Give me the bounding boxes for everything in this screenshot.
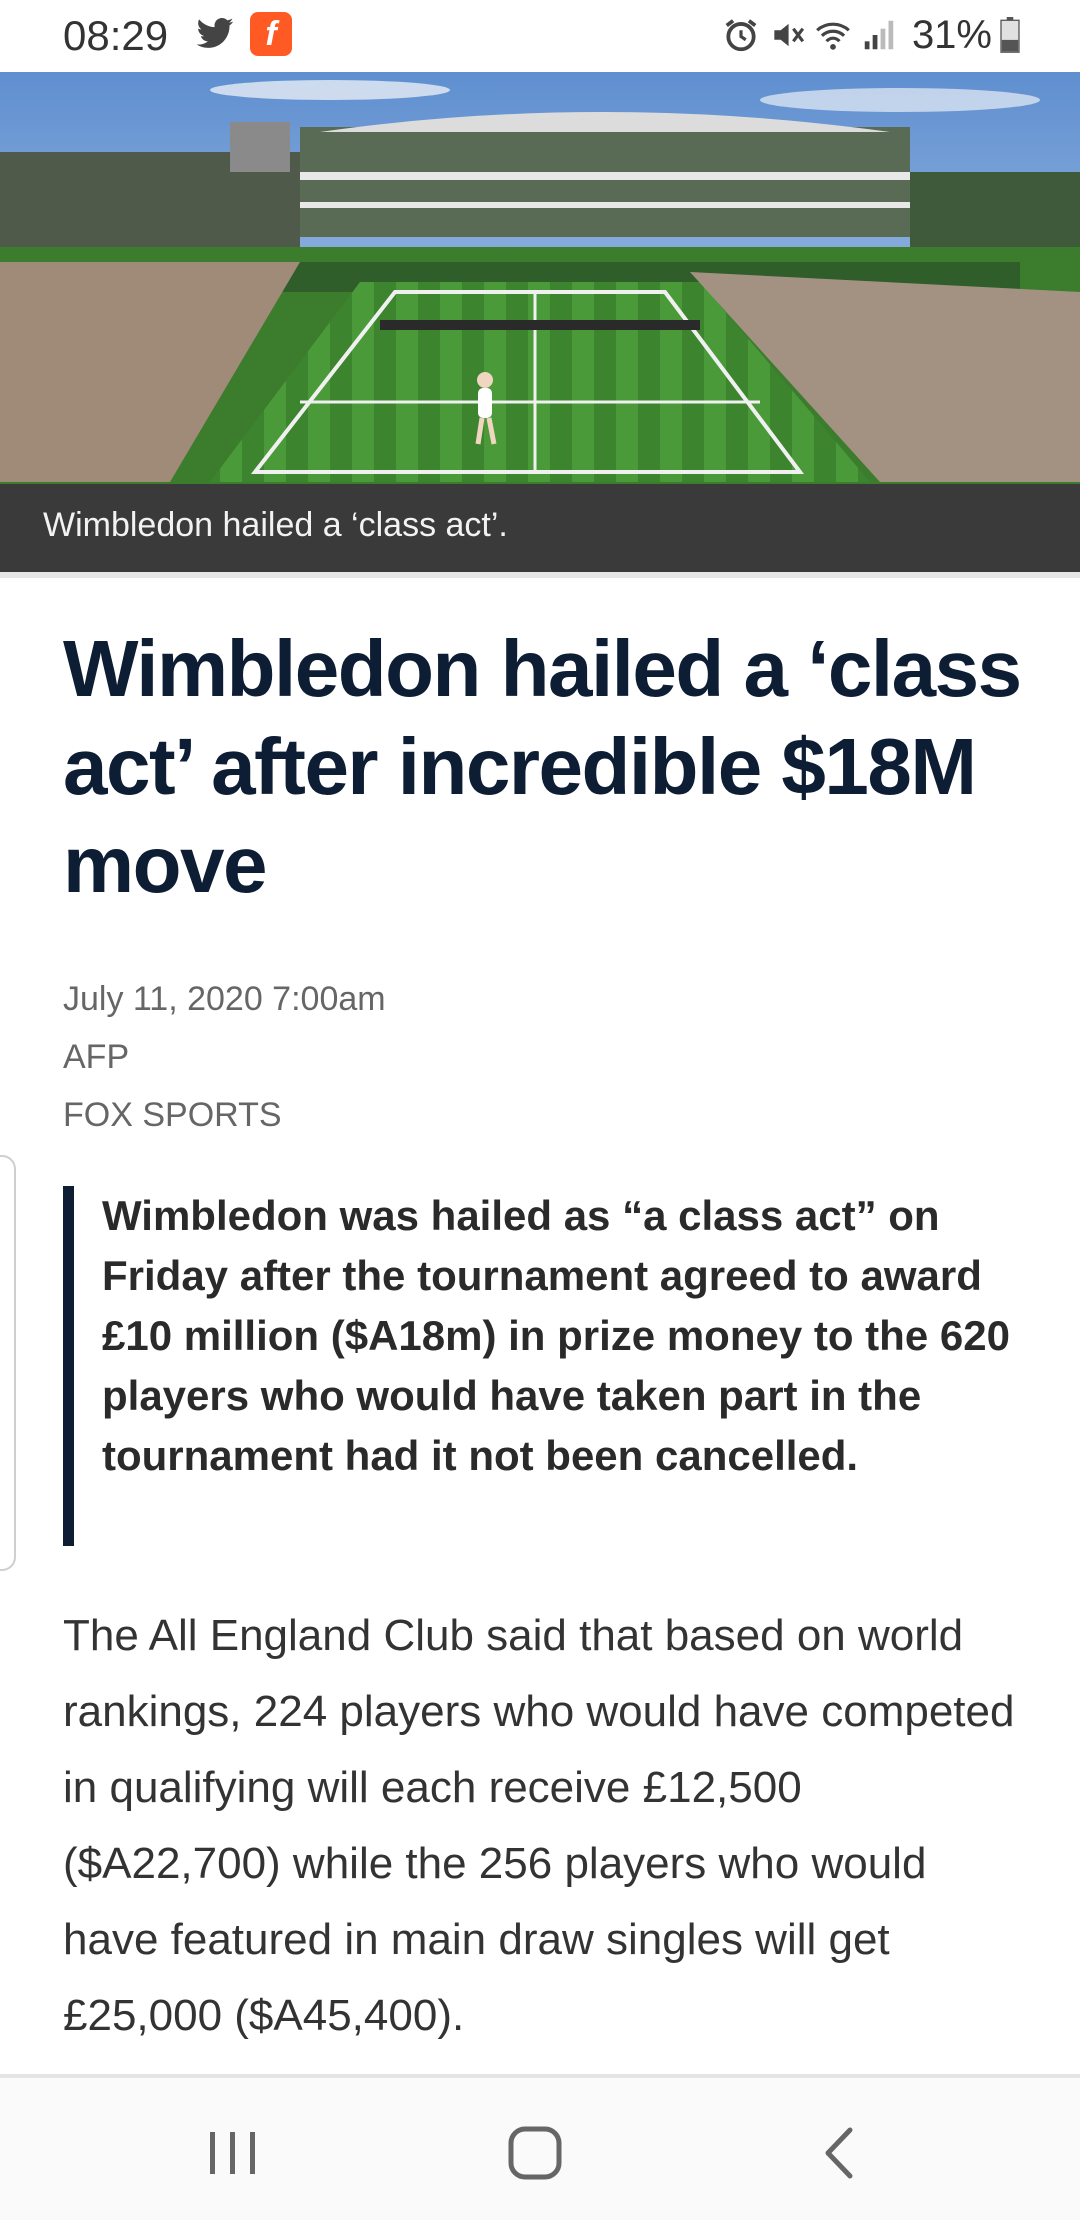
status-bar: 08:29 f 31%: [0, 0, 1080, 72]
back-button[interactable]: [806, 2118, 876, 2188]
signal-icon: [864, 20, 894, 50]
twitter-icon: [196, 18, 234, 48]
battery-icon: [1000, 17, 1020, 53]
status-time: 08:29: [63, 12, 169, 59]
divider: [0, 572, 1080, 578]
alarm-icon: [725, 19, 757, 52]
flash-app-icon: f: [250, 12, 292, 56]
article-intro: Wimbledon was hailed as “a class act” on…: [102, 1192, 1010, 1479]
recents-button[interactable]: [198, 2118, 268, 2188]
home-icon: [508, 2126, 562, 2180]
back-icon: [825, 2127, 853, 2179]
battery-percent: 31%: [911, 12, 992, 57]
side-panel-handle[interactable]: [0, 1155, 16, 1571]
home-button[interactable]: [500, 2118, 570, 2188]
navigation-bar: [0, 2078, 1080, 2220]
mute-icon: [774, 23, 805, 47]
article-date: July 11, 2020 7:00am: [63, 980, 386, 1018]
article-source: AFP: [63, 1038, 130, 1076]
article-headline: Wimbledon hailed a ‘class act’ after inc…: [63, 624, 1022, 909]
tennis-court-photo: [0, 72, 1080, 484]
wifi-icon: [816, 22, 850, 50]
hero-image[interactable]: [0, 72, 1080, 484]
article-body-paragraph: The All England Club said that based on …: [63, 1611, 1015, 2040]
system-status-icons: 31%: [722, 10, 1020, 60]
intro-quote-bar: [63, 1186, 74, 1546]
article-outlet: FOX SPORTS: [63, 1096, 282, 1134]
recents-icon: [210, 2132, 255, 2174]
hero-caption: Wimbledon hailed a ‘class act’.: [43, 506, 508, 544]
hero-caption-bar: Wimbledon hailed a ‘class act’.: [0, 484, 1080, 572]
